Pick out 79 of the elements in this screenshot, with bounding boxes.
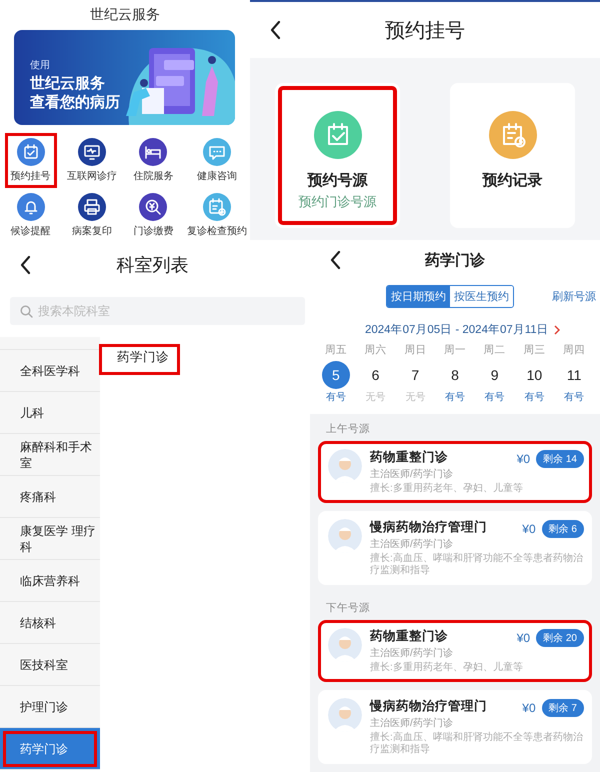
doctor-avatar-icon [328, 519, 362, 553]
doctor-specialty: 擅长:多重用药老年、孕妇、儿童等 [370, 483, 524, 495]
doctor-card[interactable]: 慢病药物治疗管理门 ¥0 剩余 7 主治医师/药学门诊 擅长:高血压、哮喘和肝肾功能不全等患者药物治疗监测和指导 [318, 690, 592, 764]
search-icon [20, 305, 33, 318]
availability-label: 有号 [444, 391, 465, 404]
service-button[interactable]: 门诊缴费 [130, 191, 176, 240]
department-link[interactable]: 药学门诊 [100, 345, 179, 374]
date-button[interactable]: 6 [362, 361, 390, 389]
service-button[interactable]: 预约挂号 [8, 136, 54, 185]
service-button[interactable]: 互联网诊疗 [64, 136, 120, 185]
weekday-label: 周日 [404, 343, 426, 358]
search-field[interactable]: 搜索本院科室 [10, 297, 305, 325]
mode-tab[interactable]: 按日期预约 [387, 286, 450, 308]
screen-title: 预约挂号 [384, 18, 466, 44]
remaining-badge: 剩余 6 [542, 520, 584, 538]
service-button[interactable]: 健康咨询 [194, 136, 240, 185]
date-button[interactable]: 9 [480, 361, 509, 389]
doctor-title: 主治医师/药学门诊 [370, 647, 454, 661]
back-icon[interactable] [329, 250, 341, 270]
screen-title: 药学门诊 [424, 250, 486, 270]
remaining-badge: 剩余 7 [542, 698, 584, 716]
doctor-name: 药物重整门诊 [370, 628, 449, 645]
department-tab[interactable]: 药学门诊 [0, 728, 100, 770]
price: ¥0 [516, 452, 530, 466]
availability-label: 无号 [405, 391, 426, 404]
doctor-specialty: 擅长:多重用药老年、孕妇、儿童等 [370, 662, 524, 674]
weekday-label: 周三 [523, 343, 546, 358]
weekday-label: 周四 [563, 343, 586, 358]
doctor-title: 主治医师/药学门诊 [370, 717, 454, 731]
remaining-badge: 剩余 20 [536, 628, 584, 646]
doctor-title: 主治医师/药学门诊 [370, 468, 454, 482]
doctor-name: 慢病药物治疗管理门 [370, 698, 488, 715]
price: ¥0 [522, 700, 536, 714]
date-range: 2024年07月05日 - 2024年07月11日 [365, 322, 549, 337]
price: ¥0 [516, 630, 530, 644]
service-button[interactable]: 复诊检查预约 [184, 191, 250, 240]
screen-title: 科室列表 [116, 254, 190, 277]
availability-label: 有号 [326, 391, 346, 404]
service-button[interactable]: 病案复印 [68, 191, 115, 240]
banner-headline: 世纪云服务 [30, 74, 106, 93]
date-button[interactable]: 5 [322, 361, 350, 389]
doctor-avatar-icon [328, 628, 362, 662]
back-icon[interactable] [269, 20, 281, 40]
weekday-label: 周一 [444, 343, 466, 358]
doctor-name: 慢病药物治疗管理门 [370, 519, 488, 536]
next-icon[interactable] [554, 324, 560, 334]
section-heading: 下午号源 [325, 601, 371, 616]
doctor-name: 药物重整门诊 [370, 449, 449, 466]
refresh-link[interactable]: 刷新号源 [552, 289, 596, 304]
service-button[interactable]: 候诊提醒 [8, 191, 54, 240]
doctor-specialty: 擅长:高血压、哮喘和肝肾功能不全等患者药物治疗监测和指导 [370, 732, 584, 756]
date-button[interactable]: 7 [401, 361, 430, 389]
availability-label: 无号 [366, 391, 386, 404]
weekday-label: 周六 [364, 343, 387, 358]
weekday-label: 周五 [324, 343, 347, 358]
banner-caption: 使用 [30, 59, 51, 72]
date-button[interactable]: 10 [520, 361, 548, 389]
doctor-card[interactable]: 药物重整门诊 ¥0 剩余 14 主治医师/药学门诊 擅长:多重用药老年、孕妇、儿童等 [318, 441, 592, 503]
service-button[interactable]: 住院服务 [130, 136, 176, 185]
banner-headline: 查看您的病历 [30, 93, 120, 112]
doctor-avatar-icon [328, 449, 362, 483]
price: ¥0 [522, 522, 536, 536]
doctor-avatar-icon [328, 698, 362, 732]
option-card[interactable]: 预约号源 预约门诊号源 [275, 83, 400, 228]
doctor-title: 主治医师/药学门诊 [370, 538, 454, 552]
remaining-badge: 剩余 14 [536, 450, 584, 468]
doctor-card[interactable]: 慢病药物治疗管理门 ¥0 剩余 6 主治医师/药学门诊 擅长:高血压、哮喘和肝肾功能不全等患者药物治疗监测和指导 [318, 511, 592, 585]
availability-label: 有号 [484, 391, 505, 404]
section-heading: 上午号源 [325, 422, 371, 437]
weekday-label: 周二 [484, 343, 506, 358]
back-icon[interactable] [19, 255, 31, 275]
availability-label: 有号 [564, 391, 584, 404]
app-title: 世纪云服务 [89, 5, 161, 24]
availability-label: 有号 [524, 391, 544, 404]
date-button[interactable]: 8 [440, 361, 469, 389]
date-button[interactable]: 11 [560, 361, 588, 389]
doctor-card[interactable]: 药物重整门诊 ¥0 剩余 20 主治医师/药学门诊 擅长:多重用药老年、孕妇、儿童等 [318, 620, 592, 682]
doctor-specialty: 擅长:高血压、哮喘和肝肾功能不全等患者药物治疗监测和指导 [370, 553, 584, 577]
option-card[interactable]: 预约记录 [450, 83, 575, 228]
